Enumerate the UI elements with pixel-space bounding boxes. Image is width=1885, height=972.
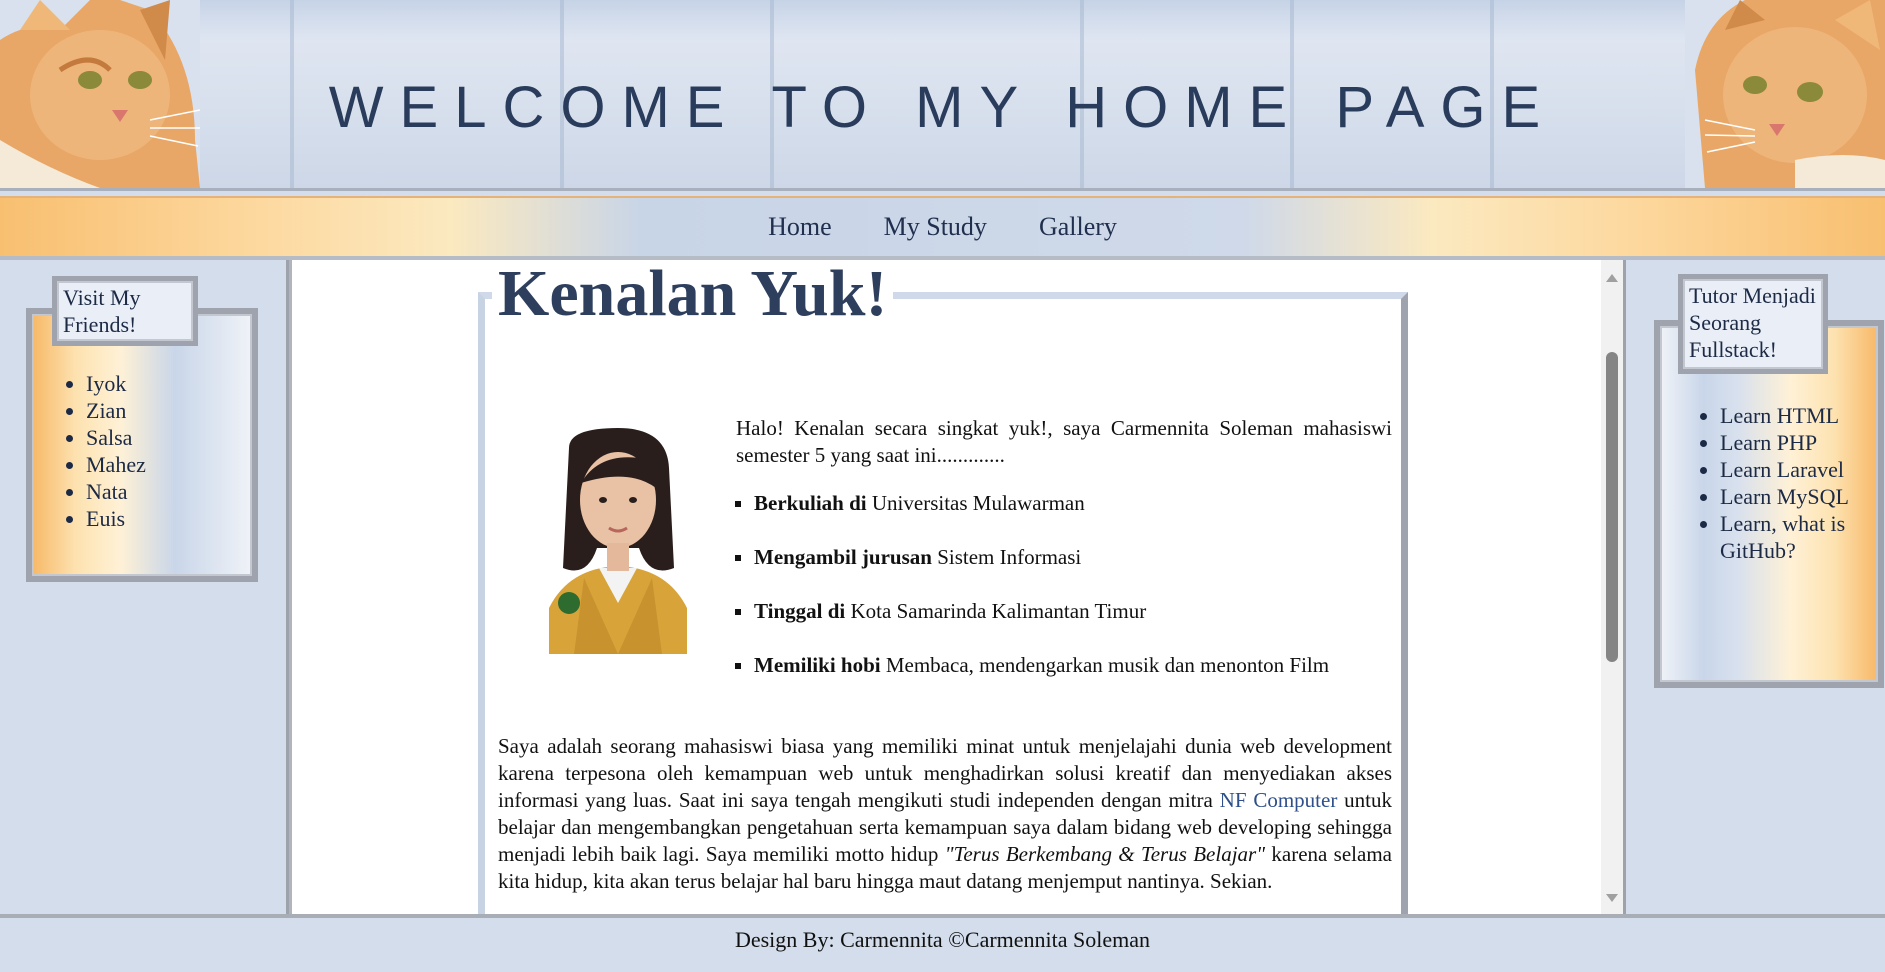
about-paragraph: Saya adalah seorang mahasiswi biasa yang… [498,733,1392,895]
fact-item: Mengambil jurusan Sistem Informasi [754,544,1410,571]
nav-home-link[interactable]: Home [768,212,832,242]
fact-label: Mengambil jurusan [754,545,932,569]
fact-value: Kota Samarinda Kalimantan Timur [850,599,1147,623]
intro-text: Halo! Kenalan secara singkat yuk!, saya … [736,416,1392,467]
tutor-link-item[interactable]: Learn HTML [1720,402,1858,429]
banner-curtain [0,0,1885,40]
fact-value: Universitas Mulawarman [871,491,1085,515]
fact-value: Sistem Informasi [937,545,1082,569]
nf-computer-link[interactable]: NF Computer [1220,788,1338,812]
friend-item: Zian [86,397,252,424]
friend-item: Mahez [86,451,252,478]
main-content[interactable]: Kenalan Yuk! Halo! Kenalan secara singka… [289,260,1623,914]
cat-image-right [1685,0,1885,188]
friends-box: Iyok Zian Salsa Mahez Nata Euis [26,308,258,582]
nav-gallery-link[interactable]: Gallery [1039,212,1117,242]
scroll-down-arrow-icon[interactable] [1606,894,1618,902]
left-sidebar: Iyok Zian Salsa Mahez Nata Euis Visit My… [0,260,289,914]
fact-label: Memiliki hobi [754,653,881,677]
page-title: Kenalan Yuk! [492,260,894,334]
header-banner: WELCOME TO MY HOME PAGE [0,0,1885,191]
tutor-link-item[interactable]: Learn MySQL [1720,483,1858,510]
fact-value: Membaca, mendengarkan musik dan menonton… [885,653,1330,677]
facts-list: Berkuliah di Universitas Mulawarman Meng… [736,490,1410,706]
footer: Design By: Carmennita ©Carmennita Solema… [0,914,1885,972]
friend-item: Iyok [86,370,252,397]
fact-label: Tinggal di [754,599,846,623]
tutor-link-item[interactable]: Learn PHP [1720,429,1858,456]
scroll-thumb[interactable] [1606,352,1618,662]
profile-photo [529,428,707,654]
banner-title: WELCOME TO MY HOME PAGE [328,75,1557,140]
tutor-link-item[interactable]: Learn Laravel [1720,456,1858,483]
fact-label: Berkuliah di [754,491,867,515]
scroll-up-arrow-icon[interactable] [1606,274,1618,282]
fact-item: Tinggal di Kota Samarinda Kalimantan Tim… [754,598,1410,625]
fact-item: Memiliki hobi Membaca, mendengarkan musi… [754,652,1410,679]
motto-text: "Terus Berkembang & Terus Belajar" [944,842,1266,866]
friends-box-title: Visit My Friends! [52,276,198,346]
tutor-box: Learn HTML Learn PHP Learn Laravel Learn… [1654,320,1884,688]
main-nav: Home My Study Gallery [0,196,1885,258]
main-scrollbar[interactable] [1601,260,1623,914]
tutor-links-list: Learn HTML Learn PHP Learn Laravel Learn… [1660,402,1878,564]
friends-list: Iyok Zian Salsa Mahez Nata Euis [32,370,252,532]
nav-my-study-link[interactable]: My Study [884,212,987,242]
friend-item: Salsa [86,424,252,451]
tutor-box-title: Tutor Menjadi Seorang Fullstack! [1678,274,1828,374]
friend-item: Nata [86,478,252,505]
friend-item: Euis [86,505,252,532]
fact-item: Berkuliah di Universitas Mulawarman [754,490,1410,517]
tutor-link-item[interactable]: Learn, what is GitHub? [1720,510,1858,564]
right-sidebar: Learn HTML Learn PHP Learn Laravel Learn… [1623,260,1885,914]
